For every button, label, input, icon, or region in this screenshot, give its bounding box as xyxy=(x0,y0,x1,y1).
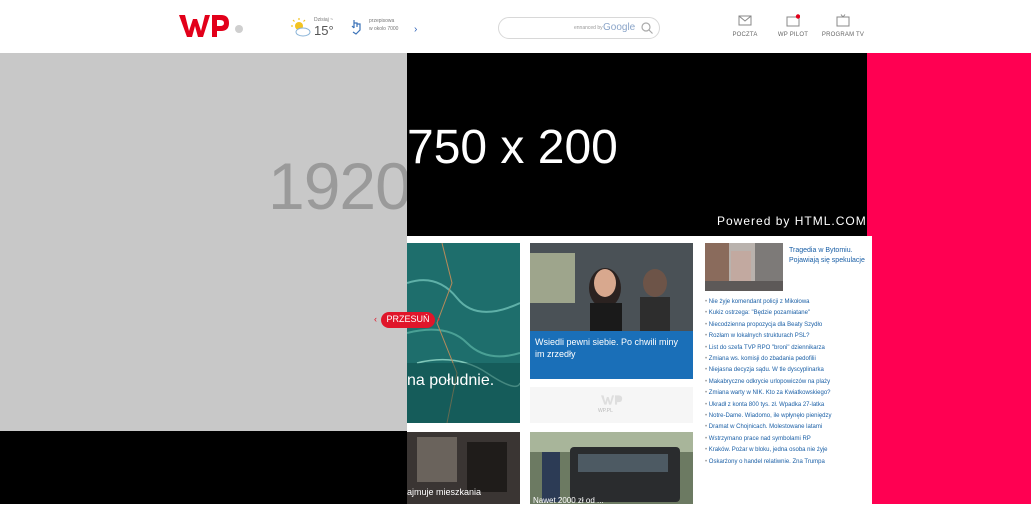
tile-weather-map[interactable] xyxy=(407,243,520,423)
news-item[interactable]: Notre-Dame. Wiadomo, ile wpłynęło pienię… xyxy=(705,411,871,422)
tile-suv[interactable] xyxy=(530,432,693,504)
news-item[interactable]: List do szefa TVP RPO "broni" dziennikar… xyxy=(705,343,871,354)
bytom-photo-image xyxy=(705,243,783,291)
weather-map-image xyxy=(407,243,520,423)
chevron-right-icon[interactable]: › xyxy=(437,314,440,324)
chevron-right-icon[interactable]: › xyxy=(414,24,417,35)
weather-temperature[interactable]: 15° xyxy=(314,23,334,38)
chevron-left-icon[interactable]: ‹ xyxy=(374,314,377,324)
tile-weather-caption[interactable]: na południe. xyxy=(407,372,494,390)
tv-icon xyxy=(836,14,850,27)
news-item[interactable]: Ukradł z konta 800 tys. zł. Wpadka 27-la… xyxy=(705,400,871,411)
news-item[interactable]: Kraków. Pożar w bloku, jedna osoba nie ż… xyxy=(705,445,871,456)
slide-button-label: PRZESUŃ xyxy=(386,314,430,324)
news-item[interactable]: Makabryczne odkrycie urlopowiczów na pla… xyxy=(705,377,871,388)
tile-bytom-caption[interactable]: Tragedia w Bytomiu. Pojawiają się spekul… xyxy=(789,246,869,266)
left-ad-size-text: 1920 xyxy=(268,149,412,223)
google-label: Google xyxy=(603,22,636,33)
news-item[interactable]: Rozłam w lokalnych strukturach PSL? xyxy=(705,331,871,342)
wp-logo[interactable] xyxy=(179,13,231,39)
tile-car-caption[interactable]: Wsiedli pewni siebie. Po chwili miny im … xyxy=(535,336,687,360)
tile-room-caption[interactable]: ajmuje mieszkania xyxy=(407,487,481,497)
suv-photo-image xyxy=(530,432,693,504)
app-dot-icon xyxy=(235,25,243,33)
top-ad-size-text: 750 x 200 xyxy=(407,121,618,174)
news-item[interactable]: Niecodzienna propozycja dla Beaty Szydło xyxy=(705,320,871,331)
search-icon[interactable] xyxy=(640,21,654,35)
search-brand-label: ennanced by xyxy=(574,25,603,31)
news-item[interactable]: Oskarżony o handel relatiwnie. Zna Trump… xyxy=(705,457,871,468)
wp-placeholder-label: WP.PL xyxy=(598,408,613,414)
news-item[interactable]: Zmiana warty w NIK. Kto za Kwiatkowskieg… xyxy=(705,388,871,399)
news-item[interactable]: Zmiana ws. komisji do zbadania pedofilii xyxy=(705,354,871,365)
top-ad-powered-text: Powered by HTML.COM xyxy=(717,214,867,228)
nav-program-tv[interactable]: PROGRAM TV xyxy=(815,14,871,38)
tile-bytom-thumb[interactable] xyxy=(705,243,783,291)
right-ad-banner[interactable] xyxy=(867,53,1031,504)
hand-icon xyxy=(351,20,361,35)
nav-wp-pilot[interactable]: WP PILOT xyxy=(765,14,821,38)
news-list: Nie żyje komendant policji z Mikołowa Ku… xyxy=(705,297,871,468)
left-ad-banner[interactable] xyxy=(0,53,407,431)
news-item[interactable]: Nie żyje komendant policji z Mikołowa xyxy=(705,297,871,308)
news-item[interactable]: Wstrzymano prace nad symbolami RP xyxy=(705,434,871,445)
promo-text[interactable]: przepisowa w okolo 7000 xyxy=(369,17,409,33)
sun-cloud-icon xyxy=(291,18,311,37)
news-item[interactable]: Kukiz ostrzega: "Będzie pozamiatane" xyxy=(705,308,871,319)
wp-placeholder-logo xyxy=(601,395,623,405)
left-ad-bottom xyxy=(0,431,407,504)
tv-pilot-icon xyxy=(786,14,800,27)
mail-icon xyxy=(738,15,752,26)
news-item[interactable]: Niejasna decyzja sądu. W tle dyscyplinar… xyxy=(705,365,871,376)
news-item[interactable]: Dramat w Chojnicach. Molestowane latami xyxy=(705,422,871,433)
